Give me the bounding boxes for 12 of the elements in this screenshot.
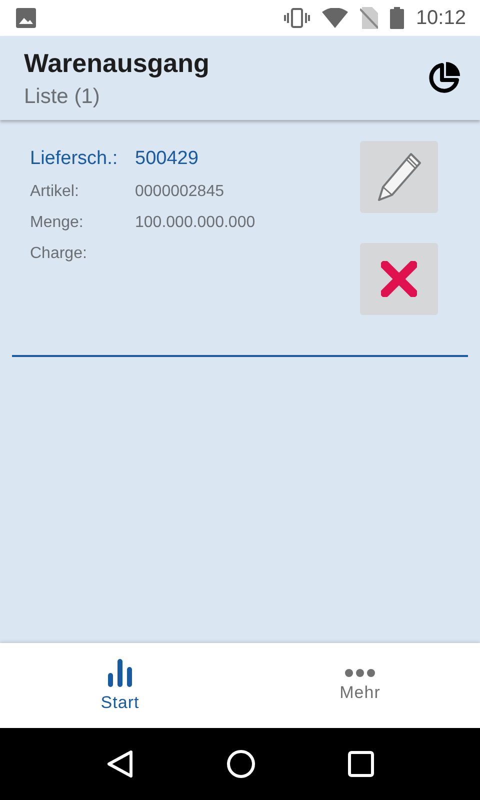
clock-time: 10:12 — [416, 6, 466, 30]
field-value: 100.000.000.000 — [135, 214, 256, 232]
delivery-note-number: 500429 — [135, 148, 198, 170]
screen-subtitle: Liste (1) — [24, 84, 101, 108]
field-label: Artikel: — [30, 183, 80, 201]
field-value: 0000002845 — [135, 183, 224, 201]
nav-tab[interactable]: Start — [0, 643, 240, 728]
screen-title: Warenausgang — [24, 48, 210, 78]
field-label: Charge: — [30, 245, 88, 263]
delivery-note-label: Liefersch.: — [30, 148, 119, 170]
nav-tab[interactable]: Mehr — [240, 643, 480, 728]
field-label: Menge: — [30, 214, 84, 232]
